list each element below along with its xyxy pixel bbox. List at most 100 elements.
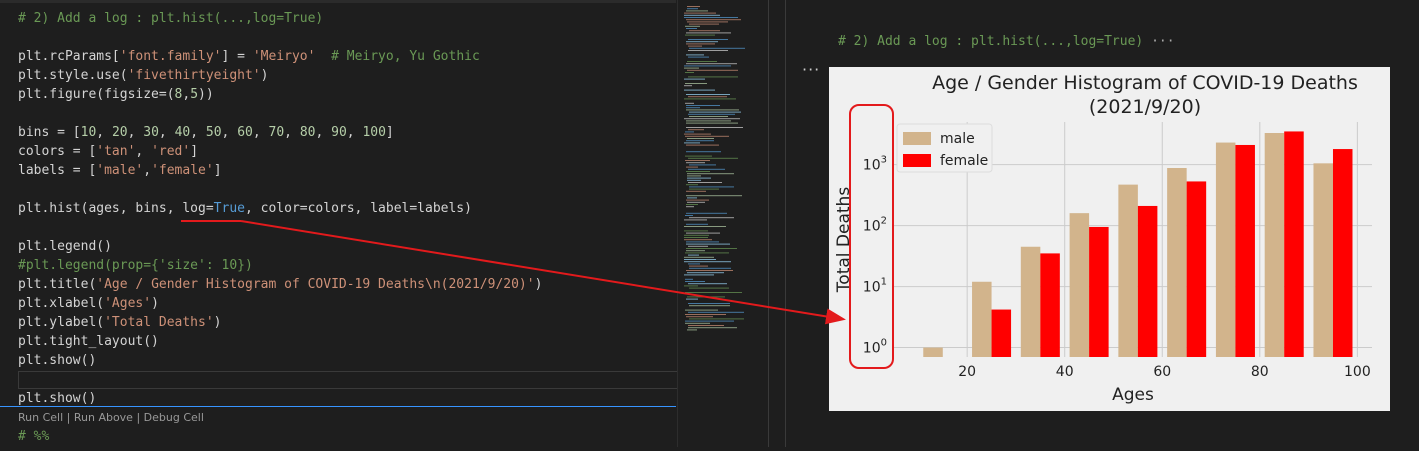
minimap-line xyxy=(686,28,697,29)
minimap-line xyxy=(686,184,698,186)
histogram-bar-male xyxy=(1118,184,1138,357)
chart-svg: Age / Gender Histogram of COVID-19 Death… xyxy=(829,67,1390,411)
empty-cell-line[interactable] xyxy=(18,371,677,389)
code-line[interactable]: colors = ['tan', 'red'] xyxy=(18,143,198,161)
minimap-line xyxy=(684,67,699,69)
histogram-bar-male xyxy=(1215,142,1236,357)
minimap-line xyxy=(685,34,715,36)
ellipsis-icon[interactable]: ··· xyxy=(1151,34,1174,49)
code-line[interactable]: plt.tight_layout() xyxy=(18,333,159,351)
minimap-line xyxy=(686,43,715,45)
minimap[interactable] xyxy=(677,0,768,447)
minimap-line xyxy=(686,41,718,43)
minimap-line xyxy=(689,111,741,113)
code-line[interactable]: # 2) Add a log : plt.hist(...,log=True) xyxy=(18,10,323,28)
minimap-line xyxy=(685,83,707,84)
minimap-line xyxy=(685,135,729,137)
code-line[interactable]: labels = ['male','female'] xyxy=(18,162,222,180)
minimap-line xyxy=(685,25,700,27)
code-line[interactable]: plt.hist(ages, bins, log=True, color=col… xyxy=(18,200,472,218)
minimap-line xyxy=(685,322,710,324)
x-tick-label: 80 xyxy=(1251,364,1269,380)
minimap-line xyxy=(687,177,711,179)
minimap-line xyxy=(688,254,699,256)
minimap-line xyxy=(684,98,736,100)
minimap-line xyxy=(686,206,694,208)
y-axis-label: Total Deaths xyxy=(834,187,854,294)
minimap-line xyxy=(688,45,702,47)
minimap-line xyxy=(684,230,708,232)
histogram-bar-male xyxy=(1167,168,1187,357)
minimap-line xyxy=(685,72,694,73)
minimap-line xyxy=(687,197,697,199)
minimap-line xyxy=(686,195,742,197)
minimap-line xyxy=(686,120,731,122)
code-line[interactable]: plt.legend() xyxy=(18,238,112,256)
x-tick-label: 20 xyxy=(958,364,976,380)
minimap-line xyxy=(687,61,717,62)
code-line[interactable]: plt.show() xyxy=(18,352,96,370)
minimap-line xyxy=(685,252,729,254)
minimap-line xyxy=(684,237,708,238)
minimap-line xyxy=(686,109,739,111)
legend-swatch-female xyxy=(903,154,931,167)
panel-divider-2 xyxy=(785,0,786,447)
code-line[interactable]: # %% xyxy=(18,428,49,446)
minimap-line xyxy=(684,261,731,263)
minimap-line xyxy=(687,179,701,181)
minimap-line xyxy=(686,63,737,65)
more-actions-icon[interactable]: ··· xyxy=(802,60,820,79)
minimap-line xyxy=(688,182,722,183)
minimap-line xyxy=(686,162,705,164)
histogram-bar-female xyxy=(1235,144,1255,357)
x-tick-label: 40 xyxy=(1056,364,1074,380)
minimap-line xyxy=(685,314,726,315)
minimap-line xyxy=(686,316,713,318)
minimap-line xyxy=(686,243,730,245)
histogram-bar-male xyxy=(1313,163,1333,357)
minimap-line xyxy=(686,144,719,146)
minimap-line xyxy=(686,127,743,128)
minimap-line xyxy=(684,142,700,144)
minimap-line xyxy=(689,265,708,267)
minimap-line xyxy=(686,171,710,172)
minimap-line xyxy=(686,54,704,56)
histogram-bar-female xyxy=(1186,181,1207,357)
minimap-line xyxy=(686,270,733,271)
minimap-line xyxy=(684,85,692,87)
panel-divider xyxy=(768,0,769,447)
minimap-line xyxy=(684,274,714,276)
minimap-line xyxy=(685,320,734,322)
minimap-line xyxy=(686,298,698,300)
code-line[interactable]: plt.figure(figsize=(8,5)) xyxy=(18,86,214,104)
minimap-line xyxy=(684,226,726,227)
minimap-line xyxy=(686,105,720,106)
minimap-line xyxy=(686,248,737,249)
minimap-line xyxy=(689,267,731,269)
minimap-line xyxy=(688,327,737,329)
minimap-line xyxy=(686,199,709,201)
histogram-bar-female xyxy=(991,309,1012,357)
minimap-line xyxy=(684,14,720,16)
code-line[interactable]: plt.rcParams['font.family'] = 'Meiryo' #… xyxy=(18,48,480,66)
histogram-bar-female xyxy=(1040,253,1060,357)
minimap-line xyxy=(687,175,701,177)
minimap-line xyxy=(685,281,705,282)
code-line[interactable]: plt.ylabel('Total Deaths') xyxy=(18,314,222,332)
minimap-line xyxy=(684,259,716,260)
minimap-line xyxy=(687,8,698,10)
minimap-line xyxy=(685,278,693,280)
code-line[interactable]: plt.style.use('fivethirtyeight') xyxy=(18,67,268,85)
cell-codelens[interactable]: Run Cell | Run Above | Debug Cell xyxy=(18,411,204,424)
histogram-bar-male xyxy=(1069,213,1090,357)
code-line[interactable]: plt.xlabel('Ages') xyxy=(18,295,159,313)
histogram-bar-female xyxy=(1089,226,1109,357)
code-line[interactable]: #plt.legend(prop={'size': 10}) xyxy=(18,257,253,275)
minimap-line xyxy=(686,94,730,95)
code-editor[interactable]: # 2) Add a log : plt.hist(...,log=True) p… xyxy=(0,0,677,447)
histogram-bar-female xyxy=(1137,205,1158,357)
legend-swatch-male xyxy=(903,132,931,145)
code-line[interactable]: plt.title('Age / Gender Histogram of COV… xyxy=(18,276,542,294)
code-line[interactable]: bins = [10, 20, 30, 40, 50, 60, 70, 80, … xyxy=(18,124,394,142)
minimap-line xyxy=(686,10,708,12)
